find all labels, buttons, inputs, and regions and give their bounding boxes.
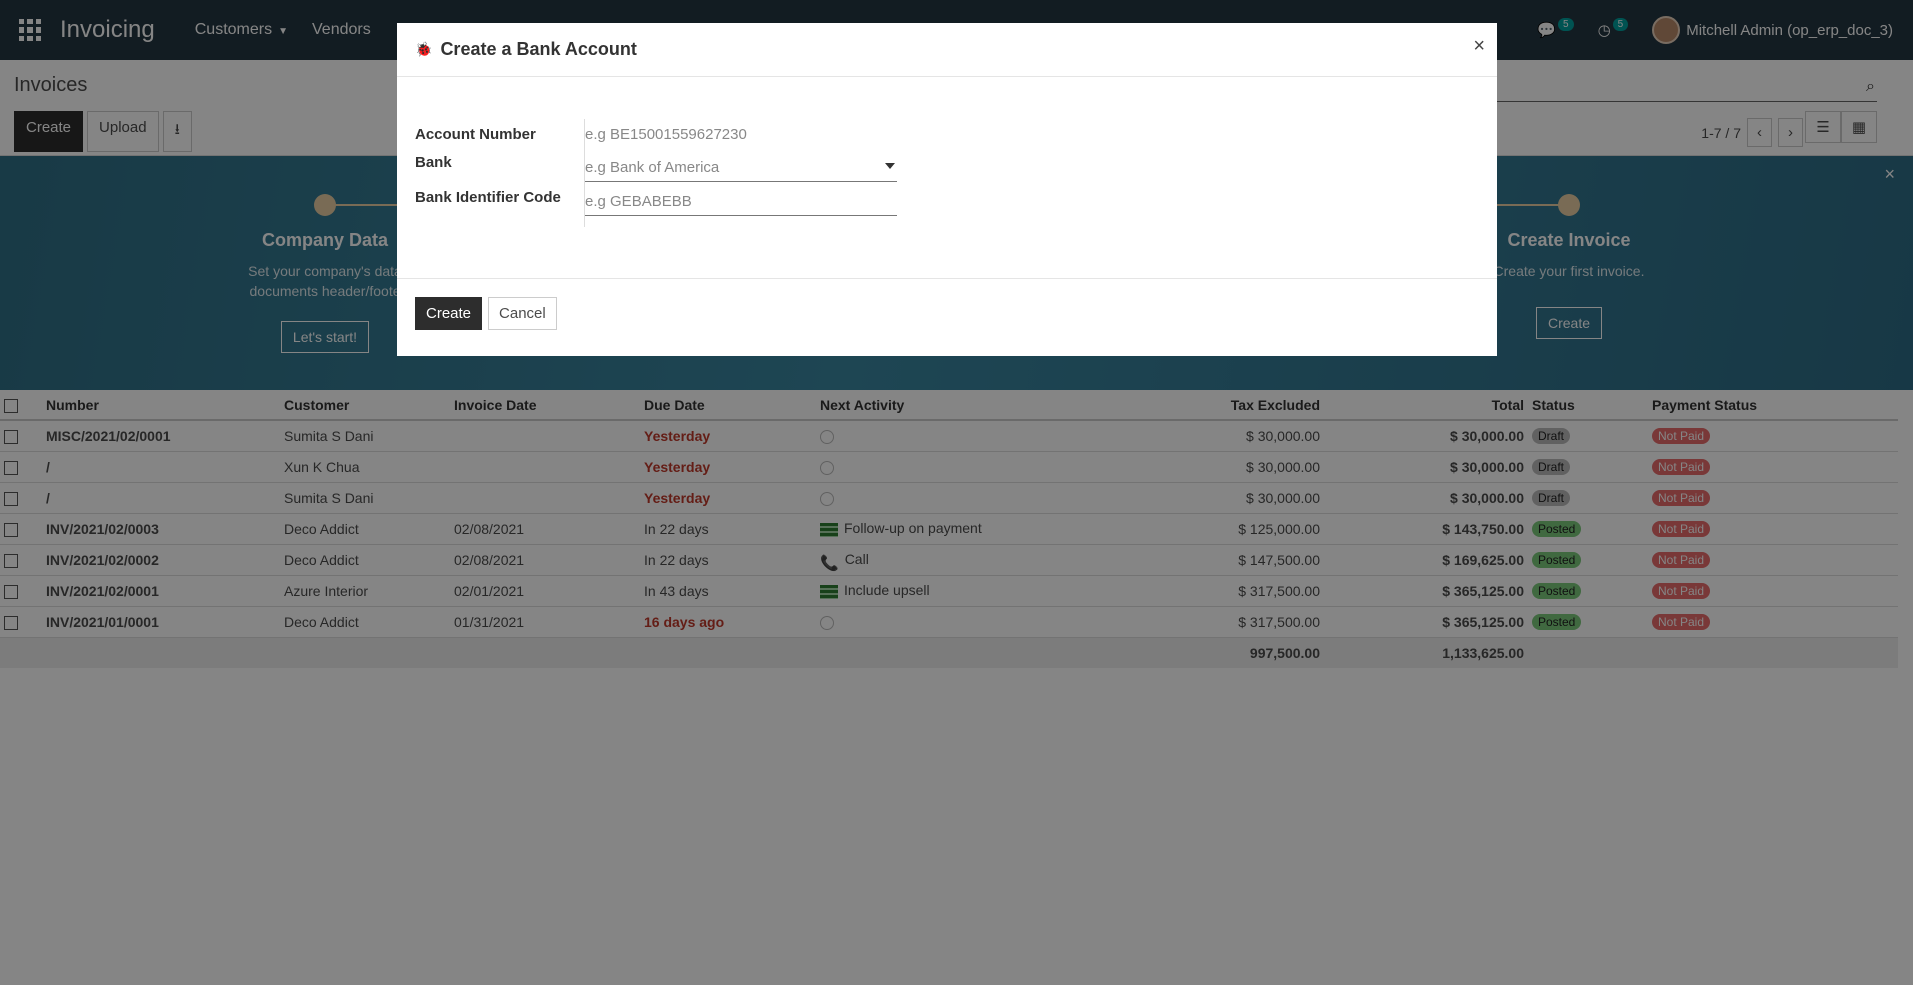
- dialog-header: 🐞 Create a Bank Account: [397, 23, 1497, 77]
- caret-down-icon[interactable]: [885, 163, 895, 169]
- bank-label: Bank: [415, 153, 452, 171]
- bank-account-dialog: 🐞 Create a Bank Account × Account Number…: [397, 23, 1497, 356]
- account-number-input[interactable]: [585, 120, 897, 148]
- close-icon[interactable]: ×: [1473, 35, 1485, 58]
- bic-row: Bank Identifier Code: [415, 188, 897, 216]
- dialog-footer: Create Cancel: [397, 279, 1497, 348]
- bic-input[interactable]: [585, 188, 897, 216]
- account-number-row: Account Number: [415, 120, 897, 148]
- bank-row: Bank: [415, 154, 897, 182]
- bank-input[interactable]: [585, 154, 897, 182]
- account-number-label: Account Number: [415, 125, 536, 143]
- create-button[interactable]: Create: [415, 297, 483, 330]
- bug-icon: 🐞: [415, 41, 433, 57]
- bic-label: Bank Identifier Code: [415, 188, 561, 206]
- dialog-body: Account Number Bank Bank Identifier Code: [397, 77, 1497, 279]
- bank-select[interactable]: [585, 154, 897, 182]
- dialog-title: Create a Bank Account: [440, 39, 637, 59]
- cancel-button[interactable]: Cancel: [488, 297, 557, 330]
